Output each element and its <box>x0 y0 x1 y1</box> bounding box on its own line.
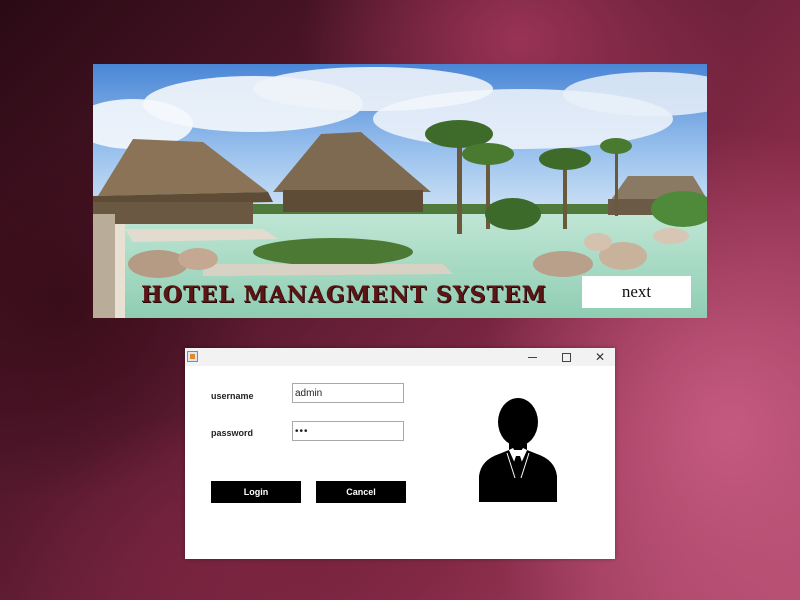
window-titlebar[interactable]: ✕ <box>185 348 615 366</box>
businessman-silhouette-icon <box>479 398 557 502</box>
java-app-icon <box>187 351 198 362</box>
minimize-button[interactable] <box>515 348 549 366</box>
maximize-button[interactable] <box>549 348 583 366</box>
cancel-button[interactable]: Cancel <box>316 481 406 503</box>
password-field[interactable] <box>292 421 404 441</box>
maximize-icon <box>561 352 571 362</box>
password-label: password <box>211 428 254 438</box>
close-icon: ✕ <box>594 350 606 364</box>
username-field[interactable] <box>292 383 404 403</box>
login-window: ✕ username password Login Cancel <box>185 348 615 559</box>
minimize-icon <box>527 356 537 358</box>
next-button[interactable]: next <box>582 276 691 308</box>
username-label: username <box>211 391 254 401</box>
app-title: HOTEL MANAGMENT SYSTEM <box>141 282 547 308</box>
close-button[interactable]: ✕ <box>583 348 617 366</box>
login-button[interactable]: Login <box>211 481 301 503</box>
splash-banner: HOTEL MANAGMENT SYSTEM next <box>93 64 707 318</box>
